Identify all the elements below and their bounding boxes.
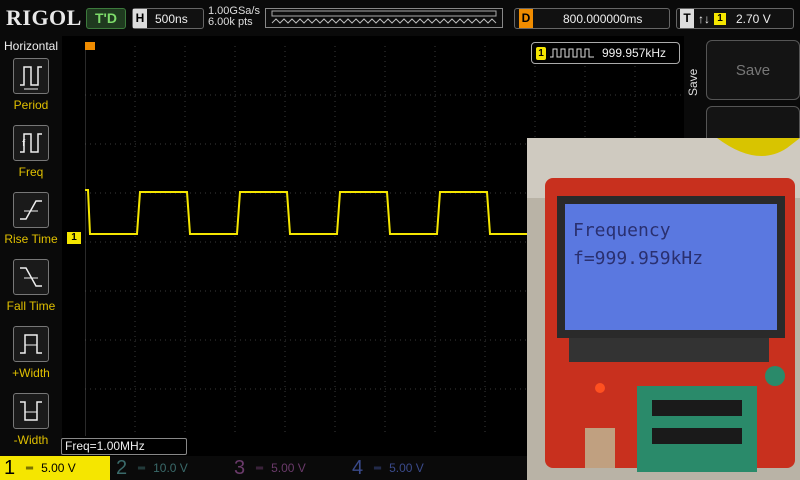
memory-overview-bar[interactable] — [265, 8, 503, 28]
menu-item-negative-width[interactable]: -Width — [4, 393, 58, 455]
delay-display[interactable]: D 800.000000ms — [514, 8, 670, 29]
dc-coupling-icon: ═ — [256, 462, 264, 474]
channel1-offset-marker[interactable]: 1 — [67, 232, 81, 244]
menu-item-label: Fall Time — [6, 299, 56, 313]
timebase-tag: H — [133, 9, 147, 28]
trigger-source-tag: 1 — [714, 12, 726, 25]
delay-value: 800.000000ms — [563, 11, 643, 26]
menu-item-label: Freq — [18, 165, 44, 179]
measurement-value: 999.957kHz — [602, 46, 667, 60]
channel1-waveform — [85, 189, 530, 235]
menu-item-label: Period — [13, 98, 49, 112]
menu-item-label: -Width — [13, 433, 49, 447]
lcd-line-2: f=999.959kHz — [573, 248, 703, 269]
menu-item-rise-time[interactable]: Rise Time — [4, 192, 58, 254]
fall-time-icon — [13, 259, 49, 295]
freq-readout: Freq=1.00MHz — [61, 438, 187, 455]
rise-time-icon — [13, 192, 49, 228]
channel-scale: 5.00 V — [271, 461, 306, 475]
trigger-level-flag-icon — [85, 42, 95, 50]
menu-item-label: +Width — [12, 366, 50, 380]
channel-scale: 5.00 V — [389, 461, 424, 475]
channel-scale: 5.00 V — [41, 461, 76, 475]
menu-item-fall-time[interactable]: Fall Time — [4, 259, 58, 321]
trigger-level: 2.70 V — [736, 11, 771, 26]
channel3-button[interactable]: 3 ═ 5.00 V — [234, 456, 346, 480]
channel-number: 2 — [116, 456, 128, 479]
period-icon — [13, 58, 49, 94]
trigger-display[interactable]: T ↑↓ 1 2.70 V — [676, 8, 794, 29]
channel-number: 1 — [4, 456, 16, 479]
top-status-bar: RIGOL T'D H 500ns 1.00GSa/s 6.00k pts D … — [0, 0, 800, 36]
memory-depth: 6.00k pts — [208, 16, 253, 28]
save-button[interactable]: Save — [706, 40, 800, 100]
menu-title: Horizontal — [3, 39, 59, 53]
pulse-train-icon — [550, 48, 594, 58]
lcd-line-1: Frequency — [573, 220, 671, 241]
svg-text:f: f — [22, 139, 26, 149]
channel2-button[interactable]: 2 ═ 10.0 V — [116, 456, 228, 480]
menu-item-label: Rise Time — [4, 232, 58, 246]
dc-coupling-icon: ═ — [26, 462, 34, 474]
timebase-value: 500ns — [155, 11, 188, 26]
dc-coupling-icon: ═ — [138, 462, 146, 474]
menu-item-positive-width[interactable]: +Width — [4, 326, 58, 388]
lcd-display: Frequency f=999.959kHz — [573, 220, 703, 269]
negative-width-icon — [13, 393, 49, 429]
trigger-status-badge: T'D — [86, 8, 126, 29]
measurement-channel-tag: 1 — [536, 46, 546, 60]
save-group-label: Save — [686, 68, 700, 96]
tester-photo: Frequency f=999.959kHz — [527, 138, 800, 480]
measurement-readout: 1 999.957kHz — [531, 42, 680, 64]
timebase-display[interactable]: H 500ns — [132, 8, 204, 29]
channel-scale: 10.0 V — [153, 461, 188, 475]
frequency-icon: f — [13, 125, 49, 161]
channel-number: 3 — [234, 456, 246, 479]
delay-tag: D — [519, 9, 533, 28]
acquisition-info: 1.00GSa/s 6.00k pts — [208, 6, 260, 28]
dc-coupling-icon: ═ — [374, 462, 382, 474]
memory-waveform-icon — [271, 10, 497, 24]
channel1-button[interactable]: 1 ═ 5.00 V — [0, 456, 110, 480]
trigger-edge-icon: ↑↓ — [698, 11, 710, 26]
brand-logo: RIGOL — [6, 5, 82, 30]
menu-item-period[interactable]: Period — [4, 58, 58, 120]
channel-number: 4 — [352, 456, 364, 479]
trigger-tag: T — [680, 9, 694, 28]
channel4-button[interactable]: 4 ═ 5.00 V — [352, 456, 464, 480]
menu-item-freq[interactable]: f Freq — [4, 125, 58, 187]
positive-width-icon — [13, 326, 49, 362]
